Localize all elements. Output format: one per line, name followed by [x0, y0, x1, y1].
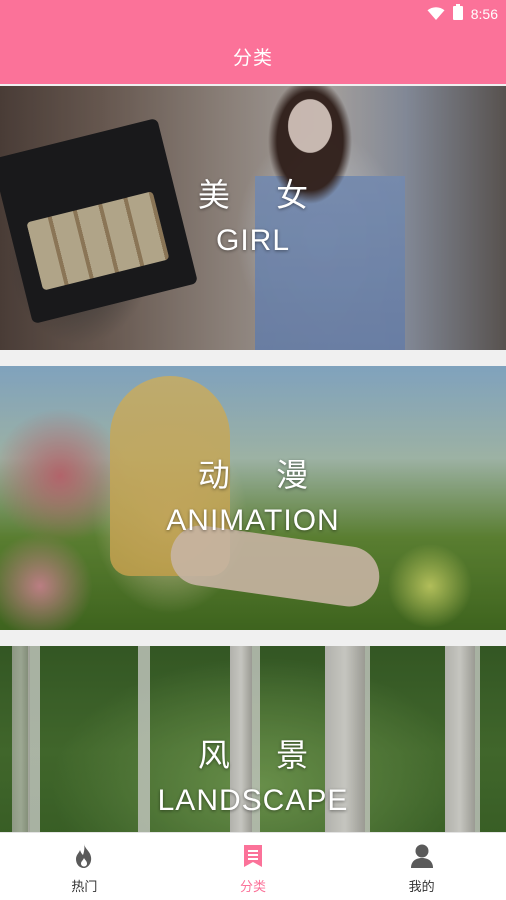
category-card-landscape[interactable]: 风 景 LANDSCAPE	[0, 646, 506, 832]
category-title-en: LANDSCAPE	[157, 784, 349, 817]
wifi-icon	[427, 6, 445, 21]
category-title-cn: 风 景	[197, 736, 327, 774]
status-time: 8:56	[470, 5, 498, 22]
screen: 8:56 分类 美 女 GIRL 动 漫 ANIMATION 风 景 LANDS…	[0, 0, 506, 900]
category-title-en: GIRL	[215, 224, 291, 257]
nav-item-mine[interactable]: 我的	[337, 833, 506, 900]
card-overlay	[0, 366, 506, 630]
category-list: 美 女 GIRL 动 漫 ANIMATION 风 景 LANDSCAPE	[0, 84, 506, 832]
nav-item-hot[interactable]: 热门	[0, 833, 169, 900]
user-icon	[408, 842, 436, 870]
page-title: 分类	[232, 46, 273, 69]
app-bar: 分类	[0, 28, 506, 84]
nav-label: 热门	[71, 880, 98, 895]
card-overlay	[0, 86, 506, 350]
bookmark-list-icon	[239, 842, 267, 870]
nav-item-category[interactable]: 分类	[169, 833, 338, 900]
status-bar: 8:56	[0, 0, 506, 28]
status-indicators: 8:56	[427, 4, 498, 23]
category-title-en: ANIMATION	[166, 504, 340, 537]
category-title-cn: 美 女	[197, 176, 327, 214]
flame-icon	[70, 842, 98, 870]
category-title-cn: 动 漫	[197, 456, 327, 494]
category-card-girl[interactable]: 美 女 GIRL	[0, 86, 506, 350]
battery-icon	[452, 4, 463, 23]
category-card-animation[interactable]: 动 漫 ANIMATION	[0, 366, 506, 630]
bottom-nav: 热门 分类 我的	[0, 832, 506, 900]
nav-label: 分类	[240, 880, 267, 895]
nav-label: 我的	[408, 880, 435, 895]
